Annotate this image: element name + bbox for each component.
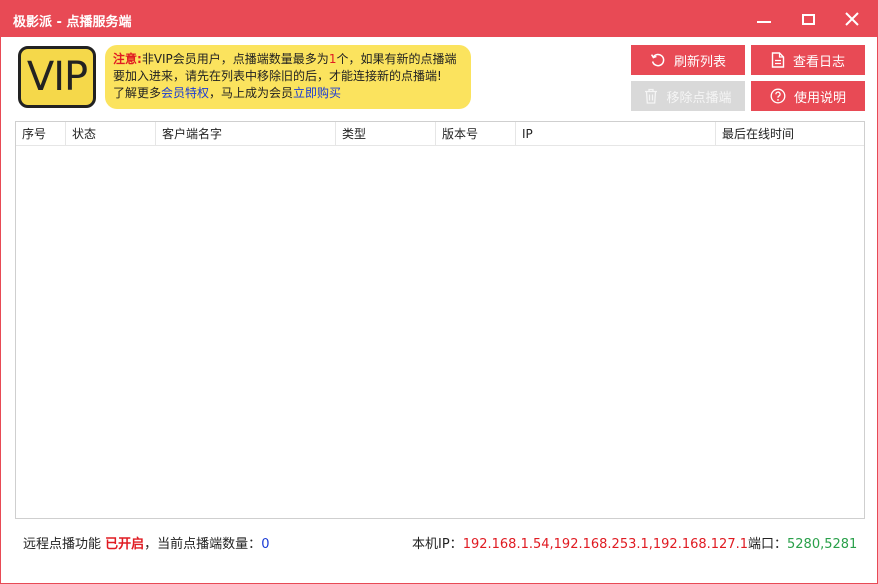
remote-status: 远程点播功能 已开启，当前点播端数量：0 bbox=[23, 533, 269, 557]
window-title: 极影派 - 点播服务端 bbox=[13, 15, 132, 30]
refresh-list-button[interactable]: 刷新列表 bbox=[631, 45, 745, 75]
vip-badge: VIP bbox=[18, 46, 96, 108]
document-icon bbox=[771, 52, 785, 68]
notice-text-1: 非VIP会员用户，点播端数量最多为 bbox=[141, 52, 329, 66]
member-privilege-link[interactable]: 会员特权 bbox=[161, 86, 209, 100]
column-header-version[interactable]: 版本号 bbox=[436, 122, 516, 146]
count-label: ，当前点播端数量： bbox=[144, 537, 262, 552]
column-header-last-online[interactable]: 最后在线时间 bbox=[716, 122, 864, 146]
column-header-type[interactable]: 类型 bbox=[336, 122, 436, 146]
app-window: 极影派 - 点播服务端 VIP 注意:非VIP会员用户，点播端数量最多为1个，如… bbox=[0, 0, 878, 584]
port-info: 端口：5280,5281 bbox=[748, 533, 857, 557]
column-header-status[interactable]: 状态 bbox=[66, 122, 156, 146]
client-table[interactable]: 序号 状态 客户端名字 类型 版本号 IP 最后在线时间 bbox=[15, 121, 865, 519]
trash-icon bbox=[645, 88, 658, 104]
help-label: 使用说明 bbox=[793, 90, 846, 106]
column-header-index[interactable]: 序号 bbox=[16, 122, 66, 146]
refresh-list-label: 刷新列表 bbox=[673, 54, 726, 70]
buy-now-link[interactable]: 立即购买 bbox=[293, 86, 341, 100]
ip-value: 192.168.1.54,192.168.253.1,192.168.127.1 bbox=[462, 537, 749, 552]
close-icon bbox=[845, 12, 859, 26]
local-ip: 本机IP：192.168.1.54,192.168.253.1,192.168.… bbox=[412, 533, 748, 557]
client-count: 0 bbox=[261, 537, 270, 552]
minimize-icon bbox=[757, 21, 771, 23]
view-log-label: 查看日志 bbox=[792, 54, 845, 70]
remove-client-label: 移除点播端 bbox=[666, 90, 732, 106]
question-circle-icon bbox=[770, 88, 786, 104]
remove-client-button[interactable]: 移除点播端 bbox=[631, 81, 745, 111]
maximize-icon bbox=[801, 13, 815, 25]
remote-label: 远程点播功能 bbox=[23, 537, 102, 552]
minimize-button[interactable] bbox=[741, 1, 787, 37]
view-log-button[interactable]: 查看日志 bbox=[751, 45, 865, 75]
notice-text-3: 了解更多 bbox=[113, 86, 162, 100]
notice-label: 注意: bbox=[113, 52, 142, 66]
close-button[interactable] bbox=[829, 1, 875, 37]
refresh-icon bbox=[650, 53, 665, 67]
vip-notice: 注意:非VIP会员用户，点播端数量最多为1个，如果有新的点播端要加入进来，请先在… bbox=[105, 45, 471, 109]
help-button[interactable]: 使用说明 bbox=[751, 81, 865, 111]
ip-label: 本机IP： bbox=[412, 537, 463, 552]
title-bar[interactable]: 极影派 - 点播服务端 bbox=[1, 1, 877, 37]
status-bar: 远程点播功能 已开启，当前点播端数量：0 本机IP：192.168.1.54,1… bbox=[15, 533, 865, 557]
table-header: 序号 状态 客户端名字 类型 版本号 IP 最后在线时间 bbox=[16, 122, 864, 146]
remote-state: 已开启 bbox=[105, 537, 145, 552]
column-header-client-name[interactable]: 客户端名字 bbox=[156, 122, 336, 146]
maximize-button[interactable] bbox=[785, 1, 831, 37]
port-label: 端口： bbox=[748, 537, 788, 552]
port-value: 5280,5281 bbox=[787, 537, 858, 552]
column-header-ip[interactable]: IP bbox=[516, 122, 716, 146]
notice-text-4: ，马上成为会员 bbox=[209, 86, 294, 100]
